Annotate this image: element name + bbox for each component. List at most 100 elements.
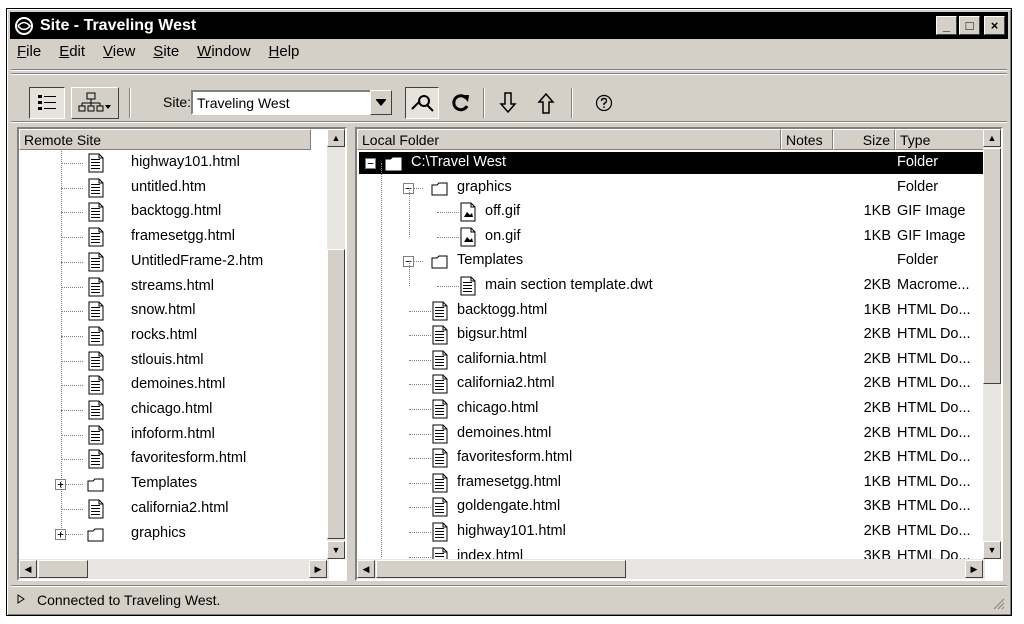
status-bar: Connected to Traveling West. xyxy=(11,588,1007,612)
remote-folder-item[interactable]: + Templates xyxy=(19,472,327,496)
local-file-item[interactable]: main section template.dwt 2KB Macrome... xyxy=(357,274,983,298)
tree-line xyxy=(381,163,382,557)
remote-horizontal-scrollbar[interactable]: ◀ ▶ xyxy=(19,559,329,579)
item-type: GIF Image xyxy=(897,227,966,244)
scroll-right-button[interactable]: ▶ xyxy=(965,560,983,578)
remote-file-item[interactable]: untitled.htm xyxy=(19,176,327,200)
folder-icon xyxy=(431,255,448,269)
minimize-button[interactable]: _ xyxy=(936,16,957,35)
local-file-item[interactable]: on.gif 1KB GIF Image xyxy=(357,225,983,249)
remote-folder-item[interactable]: + graphics xyxy=(19,522,327,546)
item-size: 3KB xyxy=(863,498,891,515)
site-files-button[interactable] xyxy=(29,87,65,119)
remote-file-item[interactable]: highway101.html xyxy=(19,151,327,175)
menu-bar: File Edit View Site Window Help xyxy=(15,43,301,65)
local-header-name[interactable]: Local Folder xyxy=(357,129,781,150)
close-button[interactable]: × xyxy=(984,16,1005,35)
remote-file-item[interactable]: backtogg.html xyxy=(19,200,327,224)
menu-window[interactable]: Window xyxy=(195,43,252,65)
local-horizontal-scrollbar[interactable]: ◀ ▶ xyxy=(357,559,985,579)
menu-file[interactable]: File xyxy=(15,43,43,65)
item-label: demoines.html xyxy=(457,424,552,441)
remote-file-item[interactable]: streams.html xyxy=(19,275,327,299)
local-file-item[interactable]: favoritesform.html 2KB HTML Do... xyxy=(357,446,983,470)
scroll-down-button[interactable]: ▼ xyxy=(327,541,345,559)
connect-button[interactable] xyxy=(405,87,439,119)
item-label: california2.html xyxy=(131,499,229,516)
title-bar[interactable]: Site - Traveling West _ □ × xyxy=(10,12,1008,39)
remote-file-item[interactable]: stlouis.html xyxy=(19,349,327,373)
local-folder-item[interactable]: − graphics Folder xyxy=(357,176,983,200)
site-map-icon xyxy=(78,92,111,112)
expand-arrow-icon[interactable] xyxy=(17,594,25,604)
local-file-item[interactable]: goldengate.html 3KB HTML Do... xyxy=(357,495,983,519)
item-size: 2KB xyxy=(863,326,891,343)
local-file-item[interactable]: california2.html 2KB HTML Do... xyxy=(357,372,983,396)
h-scroll-thumb[interactable] xyxy=(38,560,88,578)
scroll-thumb[interactable] xyxy=(327,249,345,539)
remote-file-item[interactable]: chicago.html xyxy=(19,398,327,422)
maximize-icon: □ xyxy=(965,18,974,33)
scroll-up-button[interactable]: ▲ xyxy=(983,129,1001,147)
scroll-up-button[interactable]: ▲ xyxy=(327,129,345,147)
item-label: bigsur.html xyxy=(457,326,528,343)
local-root-folder[interactable]: − C:\Travel West Folder xyxy=(357,151,983,175)
item-size: 1KB xyxy=(863,473,891,490)
remote-file-item[interactable]: infoform.html xyxy=(19,423,327,447)
help-button[interactable] xyxy=(589,89,619,117)
local-file-item[interactable]: demoines.html 2KB HTML Do... xyxy=(357,422,983,446)
scroll-down-button[interactable]: ▼ xyxy=(983,541,1001,559)
local-file-item[interactable]: highway101.html 2KB HTML Do... xyxy=(357,520,983,544)
html-file-icon xyxy=(88,277,104,296)
put-button[interactable] xyxy=(531,89,561,117)
remote-vertical-scrollbar[interactable]: ▲ ▼ xyxy=(327,129,345,559)
local-file-item[interactable]: backtogg.html 1KB HTML Do... xyxy=(357,299,983,323)
remote-file-item[interactable]: rocks.html xyxy=(19,324,327,348)
local-file-item[interactable]: framesetgg.html 1KB HTML Do... xyxy=(357,471,983,495)
local-file-item[interactable]: bigsur.html 2KB HTML Do... xyxy=(357,323,983,347)
collapse-toggle[interactable]: − xyxy=(365,158,376,169)
local-vertical-scrollbar[interactable]: ▲ ▼ xyxy=(983,129,1001,559)
get-button[interactable] xyxy=(493,89,523,117)
html-file-icon xyxy=(432,473,448,493)
menu-view[interactable]: View xyxy=(101,43,137,65)
scroll-left-button[interactable]: ◀ xyxy=(19,560,37,578)
site-select[interactable]: Traveling West xyxy=(191,90,377,115)
h-scroll-thumb[interactable] xyxy=(376,560,626,578)
scroll-thumb[interactable] xyxy=(983,148,1001,384)
item-label: chicago.html xyxy=(131,401,213,417)
item-label: demoines.html xyxy=(131,376,226,393)
remote-file-item[interactable]: UntitledFrame-2.htm xyxy=(19,250,327,274)
scroll-right-button[interactable]: ▶ xyxy=(309,560,327,578)
local-file-item[interactable]: chicago.html 2KB HTML Do... xyxy=(357,397,983,421)
scroll-left-icon: ◀ xyxy=(24,563,32,574)
local-header-size[interactable]: Size xyxy=(833,129,895,150)
local-header-type[interactable]: Type xyxy=(895,129,987,150)
item-label: highway101.html xyxy=(457,523,566,539)
tree-line xyxy=(409,261,410,286)
remote-file-item[interactable]: framesetgg.html xyxy=(19,225,327,249)
local-header-notes[interactable]: Notes xyxy=(781,129,833,150)
remote-file-item[interactable]: snow.html xyxy=(19,299,327,323)
item-size: 2KB xyxy=(863,350,891,367)
local-file-item[interactable]: california.html 2KB HTML Do... xyxy=(357,348,983,372)
folder-icon xyxy=(87,528,104,541)
menu-site[interactable]: Site xyxy=(151,43,181,65)
maximize-button[interactable]: □ xyxy=(959,16,980,35)
remote-file-item[interactable]: favoritesform.html xyxy=(19,447,327,471)
site-select-dropdown[interactable] xyxy=(370,90,392,115)
remote-file-item[interactable]: california2.html xyxy=(19,497,327,521)
scroll-left-button[interactable]: ◀ xyxy=(357,560,375,578)
resize-grip-icon[interactable] xyxy=(991,596,1005,610)
remote-header[interactable]: Remote Site xyxy=(19,129,311,150)
remote-file-item[interactable]: demoines.html xyxy=(19,373,327,397)
scroll-up-icon: ▲ xyxy=(987,133,997,143)
menu-help[interactable]: Help xyxy=(267,43,302,65)
site-map-button[interactable] xyxy=(71,87,119,119)
menu-edit[interactable]: Edit xyxy=(57,43,87,65)
html-file-icon xyxy=(432,350,448,370)
local-folder-item[interactable]: − Templates Folder xyxy=(357,249,983,273)
refresh-button[interactable] xyxy=(445,89,475,117)
item-label: highway101.html xyxy=(131,154,240,170)
local-file-item[interactable]: off.gif 1KB GIF Image xyxy=(357,200,983,224)
